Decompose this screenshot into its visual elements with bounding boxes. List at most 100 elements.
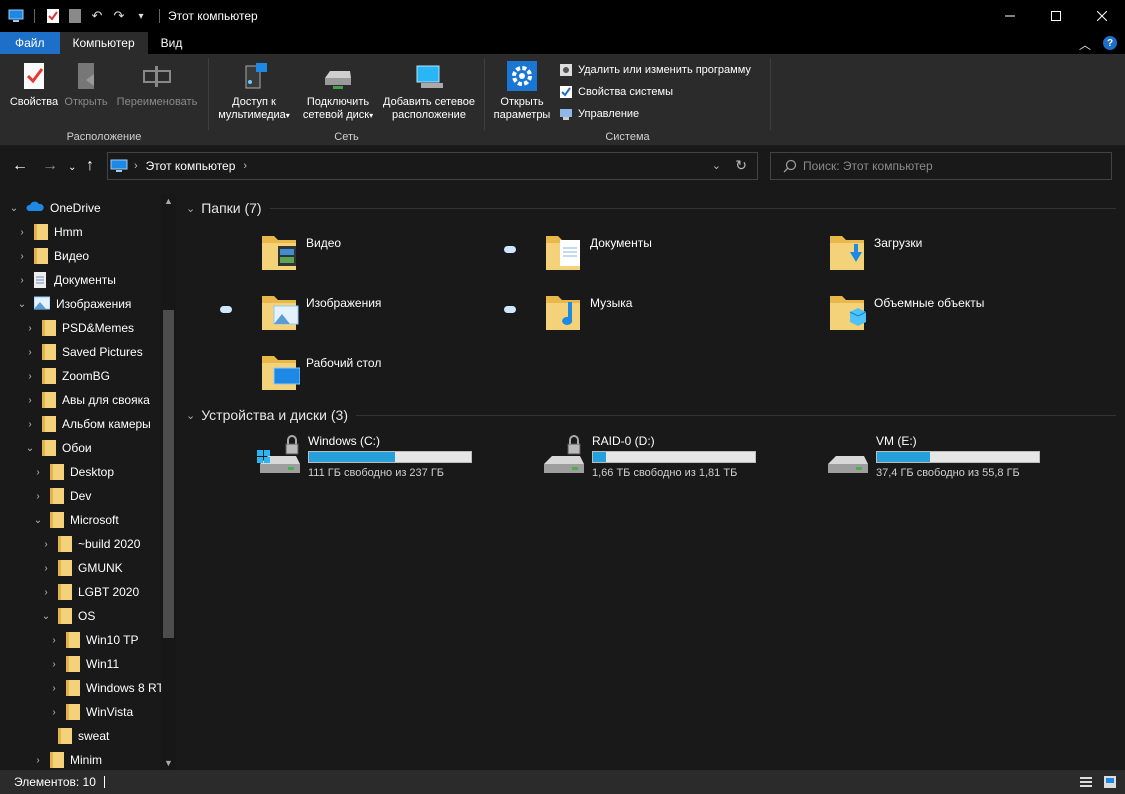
folders-section-header[interactable]: ⌄ Папки (7) <box>186 200 1116 216</box>
nav-tree-item[interactable]: › ZoomBG <box>24 364 110 388</box>
chevron-right-icon[interactable]: › <box>16 275 28 286</box>
nav-tree-item[interactable]: ⌄ Изображения <box>16 292 131 316</box>
collapse-ribbon-icon[interactable]: ︿ <box>1079 36 1091 53</box>
add-network-location-button[interactable]: Добавить сетевое расположение <box>379 60 479 122</box>
drive-tile[interactable]: RAID-0 (D:) 1,66 ТБ свободно из 1,81 ТБ <box>540 434 756 479</box>
chevron-right-icon[interactable]: › <box>24 419 36 430</box>
uninstall-program-command[interactable]: Удалить или изменить программу <box>559 63 751 77</box>
nav-tree-item[interactable]: ⌄ OneDrive <box>8 196 101 220</box>
undo-icon[interactable]: ↶ <box>89 8 105 24</box>
help-icon[interactable]: ? <box>1103 36 1117 50</box>
back-button[interactable]: ← <box>12 158 28 174</box>
chevron-right-icon[interactable]: › <box>24 347 36 358</box>
folder-tile[interactable]: Документы <box>544 230 652 274</box>
chevron-down-icon[interactable]: ⌄ <box>16 299 28 310</box>
chevron-right-icon[interactable]: › <box>24 371 36 382</box>
nav-tree-item[interactable]: sweat <box>40 724 109 748</box>
chevron-down-icon[interactable]: ⌄ <box>32 515 44 526</box>
chevron-right-icon[interactable]: › <box>40 563 52 574</box>
chevron-down-icon[interactable]: ⌄ <box>8 203 20 214</box>
up-button[interactable]: ↑ <box>86 158 94 174</box>
nav-tree-item[interactable]: › Minim <box>32 748 102 770</box>
refresh-icon[interactable]: ↻ <box>735 157 747 174</box>
nav-tree-item[interactable]: › Dev <box>32 484 91 508</box>
nav-tree-item[interactable]: › Saved Pictures <box>24 340 143 364</box>
scroll-up-icon[interactable]: ▲ <box>164 196 173 206</box>
chevron-right-icon[interactable]: › <box>48 683 60 694</box>
chevron-right-icon[interactable]: › <box>32 755 44 766</box>
chevron-right-icon[interactable]: › <box>48 635 60 646</box>
chevron-right-icon[interactable]: › <box>40 539 52 550</box>
chevron-down-icon[interactable]: ⌄ <box>24 443 36 454</box>
properties-button[interactable]: Свойства <box>8 60 60 109</box>
chevron-right-icon[interactable]: › <box>40 587 52 598</box>
nav-tree-item[interactable]: › Видео <box>16 244 89 268</box>
address-dropdown-icon[interactable]: ⌄ <box>712 159 721 172</box>
system-properties-command[interactable]: Свойства системы <box>559 85 673 99</box>
scroll-down-icon[interactable]: ▼ <box>164 758 173 768</box>
recent-locations-button[interactable]: ⌄ <box>68 160 76 176</box>
chevron-right-icon[interactable]: › <box>24 323 36 334</box>
tab-computer[interactable]: Компьютер <box>59 32 148 54</box>
nav-tree-item[interactable]: › Hmm <box>16 220 83 244</box>
rename-button[interactable]: Переименовать <box>112 60 202 109</box>
nav-tree-item[interactable]: › Документы <box>16 268 116 292</box>
nav-tree-item[interactable]: › LGBT 2020 <box>40 580 139 604</box>
redo-icon[interactable]: ↷ <box>111 8 127 24</box>
search-box[interactable]: Поиск: Этот компьютер <box>770 152 1112 180</box>
nav-tree-item[interactable]: › ~build 2020 <box>40 532 140 556</box>
maximize-button[interactable] <box>1033 0 1079 32</box>
nav-tree-item[interactable]: › Авы для свояка <box>24 388 150 412</box>
open-settings-button[interactable]: Открыть параметры <box>489 60 555 122</box>
nav-tree-item[interactable]: › Windows 8 RT <box>48 676 164 700</box>
collapse-chevron-icon[interactable]: ⌄ <box>186 409 195 422</box>
nav-tree-item[interactable]: › WinVista <box>48 700 133 724</box>
search-input[interactable]: Поиск: Этот компьютер <box>803 159 933 173</box>
chevron-right-icon[interactable]: › <box>16 227 28 238</box>
properties-qa-icon[interactable] <box>45 8 61 24</box>
address-bar[interactable]: › Этот компьютер › ⌄ ↻ <box>107 152 758 180</box>
nav-tree-item[interactable]: › GMUNK <box>40 556 123 580</box>
customize-qa-icon[interactable]: ▾ <box>133 8 149 24</box>
folder-tile[interactable]: Изображения <box>260 290 381 334</box>
chevron-down-icon[interactable]: ⌄ <box>40 611 52 622</box>
drive-tile[interactable]: VM (E:) 37,4 ГБ свободно из 55,8 ГБ <box>824 434 1040 479</box>
minimize-button[interactable] <box>987 0 1033 32</box>
open-button[interactable]: Открыть <box>60 60 112 109</box>
tab-file[interactable]: Файл <box>0 32 60 54</box>
chevron-right-icon[interactable]: › <box>48 707 60 718</box>
drive-tile[interactable]: Windows (C:) 111 ГБ свободно из 237 ГБ <box>256 434 472 479</box>
nav-tree-item[interactable]: › Альбом камеры <box>24 412 151 436</box>
folder-tile[interactable]: Рабочий стол <box>260 350 381 394</box>
large-icons-view-icon[interactable] <box>1103 775 1117 789</box>
breadcrumb-this-pc[interactable]: Этот компьютер <box>146 159 236 173</box>
folder-tile[interactable]: Объемные объекты <box>828 290 984 334</box>
computer-icon[interactable] <box>8 8 24 24</box>
map-drive-button[interactable]: Подключить сетевой диск▾ <box>299 60 377 122</box>
chevron-right-icon[interactable]: › <box>32 467 44 478</box>
media-access-button[interactable]: Доступ к мультимедиа▾ <box>211 60 297 122</box>
breadcrumb-chevron-icon[interactable]: › <box>243 160 247 172</box>
nav-scrollbar[interactable]: ▲ ▼ <box>161 194 176 770</box>
chevron-right-icon[interactable]: › <box>32 491 44 502</box>
details-view-icon[interactable] <box>1079 775 1093 789</box>
collapse-chevron-icon[interactable]: ⌄ <box>186 202 195 215</box>
folder-tile[interactable]: Видео <box>260 230 341 274</box>
tab-view[interactable]: Вид <box>148 32 196 54</box>
chevron-right-icon[interactable]: › <box>16 251 28 262</box>
drives-section-header[interactable]: ⌄ Устройства и диски (3) <box>186 407 1116 423</box>
nav-tree-item[interactable]: › Desktop <box>32 460 114 484</box>
chevron-right-icon[interactable]: › <box>24 395 36 406</box>
nav-tree-item[interactable]: ⌄ OS <box>40 604 95 628</box>
breadcrumb-separator-icon[interactable]: › <box>134 160 138 172</box>
manage-command[interactable]: Управление <box>559 107 639 121</box>
folder-tile[interactable]: Музыка <box>544 290 632 334</box>
nav-scrollbar-thumb[interactable] <box>163 310 174 638</box>
nav-tree-item[interactable]: › Win11 <box>48 652 119 676</box>
nav-tree-item[interactable]: › PSD&Memes <box>24 316 134 340</box>
nav-tree-item[interactable]: › Win10 TP <box>48 628 138 652</box>
nav-tree-item[interactable]: ⌄ Обои <box>24 436 92 460</box>
chevron-right-icon[interactable]: › <box>48 659 60 670</box>
close-button[interactable] <box>1079 0 1125 32</box>
new-folder-qa-icon[interactable] <box>67 8 83 24</box>
